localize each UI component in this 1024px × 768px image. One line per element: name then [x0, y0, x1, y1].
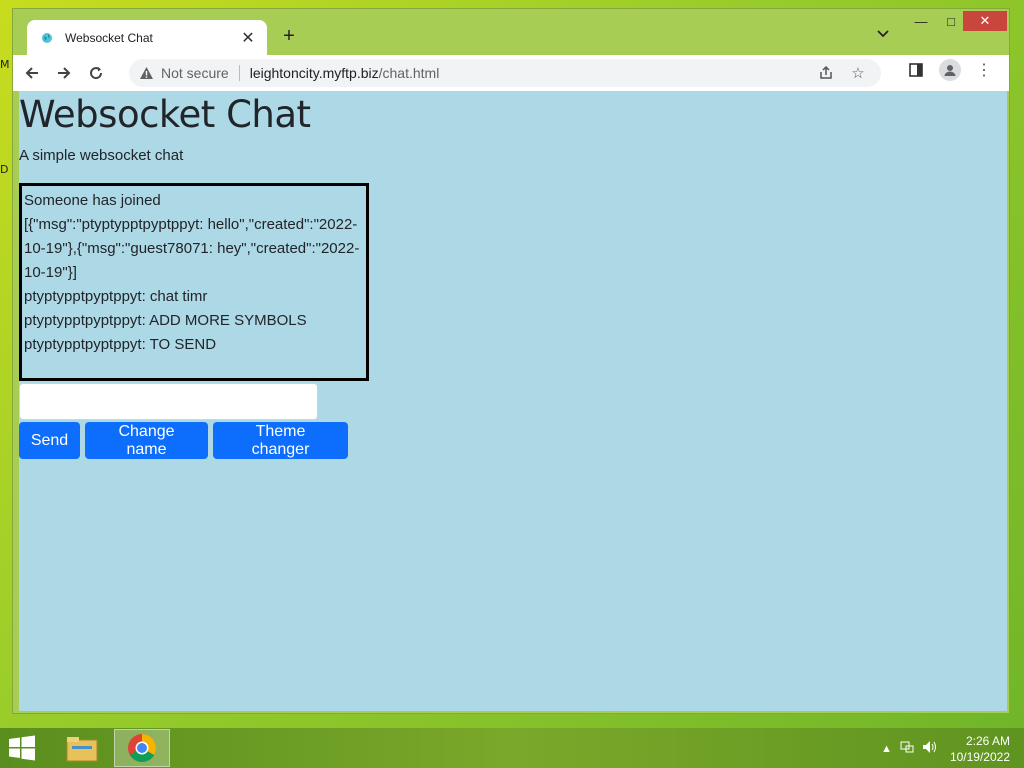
- change-name-button[interactable]: Change name: [85, 422, 208, 459]
- chevron-down-icon[interactable]: [877, 25, 889, 41]
- globe-icon: [39, 30, 55, 46]
- send-button[interactable]: Send: [19, 422, 80, 459]
- side-panel-icon[interactable]: [905, 59, 927, 81]
- url-host: leightoncity.myftp.biz: [249, 65, 379, 81]
- clock-time: 2:26 AM: [965, 734, 1010, 748]
- reload-icon[interactable]: [83, 60, 109, 86]
- page-title: Websocket Chat: [19, 93, 311, 136]
- security-label[interactable]: Not secure: [161, 65, 229, 81]
- chat-message: ptyptypptpyptppyt: chat timr: [24, 288, 208, 305]
- show-hidden-icons-icon[interactable]: ▲: [881, 743, 892, 755]
- profile-avatar-icon[interactable]: [939, 59, 961, 81]
- bookmark-star-icon[interactable]: ☆: [849, 64, 867, 82]
- url-path: /chat.html: [378, 65, 440, 81]
- windows-start-icon[interactable]: [8, 735, 38, 761]
- web-page: Websocket Chat A simple websocket chat S…: [19, 91, 1007, 711]
- chrome-icon[interactable]: [114, 729, 170, 767]
- warning-icon[interactable]: [139, 65, 155, 81]
- chat-message: ptyptypptpyptppyt: TO SEND: [24, 336, 217, 353]
- tab-strip: Websocket Chat ✕ + — □ ✕: [13, 9, 1009, 55]
- desktop-icon-label: M: [0, 58, 10, 71]
- theme-changer-button[interactable]: Theme changer: [213, 422, 348, 459]
- new-tab-icon[interactable]: +: [277, 24, 301, 48]
- desktop-icon-label: D: [0, 163, 9, 176]
- system-tray: ▲: [881, 740, 938, 757]
- message-input[interactable]: [19, 383, 318, 420]
- address-bar[interactable]: Not secure leightoncity.myftp.biz /chat.…: [129, 59, 881, 87]
- close-window-button[interactable]: ✕: [963, 11, 1007, 31]
- separator: [238, 65, 240, 81]
- taskbar: ▲ 2:26 AM 10/19/2022: [0, 728, 1024, 768]
- share-icon[interactable]: [817, 64, 835, 82]
- chat-message: Someone has joined: [24, 192, 161, 209]
- minimize-button[interactable]: —: [905, 11, 937, 31]
- close-tab-icon[interactable]: ✕: [239, 28, 257, 48]
- chat-message: ptyptypptpyptppyt: ADD MORE SYMBOLS: [24, 312, 307, 329]
- file-explorer-icon[interactable]: [54, 729, 110, 767]
- volume-icon[interactable]: [922, 740, 938, 757]
- browser-window: Websocket Chat ✕ + — □ ✕ Not secure leig…: [12, 8, 1010, 714]
- taskbar-clock[interactable]: 2:26 AM 10/19/2022: [950, 733, 1010, 765]
- network-icon[interactable]: [900, 740, 914, 757]
- more-menu-icon[interactable]: ⋮: [973, 59, 995, 81]
- chat-log: Someone has joined [{"msg":"ptyptypptpyp…: [19, 183, 369, 381]
- browser-toolbar: Not secure leightoncity.myftp.biz /chat.…: [13, 55, 1009, 91]
- clock-date: 10/19/2022: [949, 750, 1010, 764]
- back-arrow-icon[interactable]: [19, 60, 45, 86]
- tab-title: Websocket Chat: [65, 30, 153, 45]
- tab-websocket-chat[interactable]: Websocket Chat ✕: [27, 20, 267, 55]
- forward-arrow-icon[interactable]: [51, 60, 77, 86]
- page-subtitle: A simple websocket chat: [19, 147, 184, 164]
- chat-message: [{"msg":"ptyptypptpyptppyt: hello","crea…: [24, 216, 360, 281]
